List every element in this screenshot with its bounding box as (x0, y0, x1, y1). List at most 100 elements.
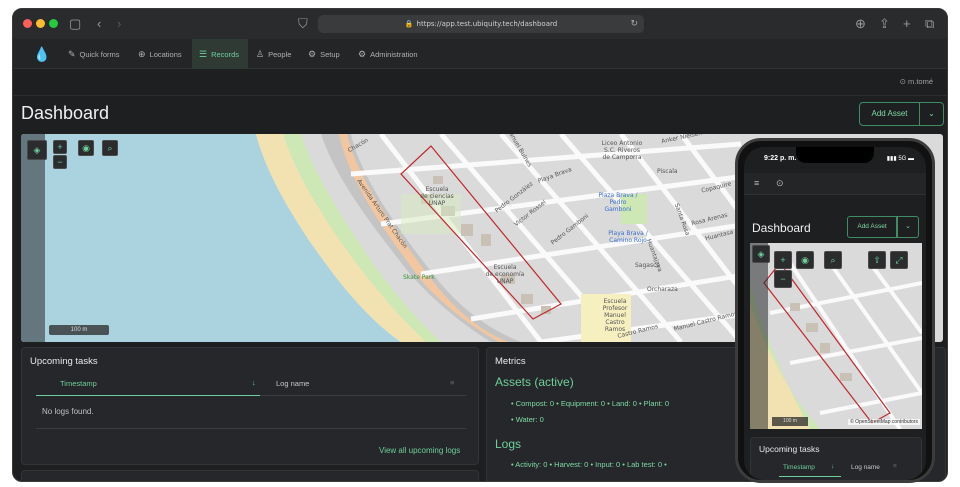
phone-page-title: Dashboard (752, 221, 811, 235)
phone-col-timestamp[interactable]: Timestamp (783, 464, 815, 471)
maximize-window-button[interactable] (49, 19, 58, 28)
nav-quick-forms[interactable]: ✎ Quick forms (61, 39, 127, 69)
user-bar: ⊙ m.tomé (13, 70, 947, 96)
phone-map[interactable]: ◈ + − ◉ ⌕ ⇧ ⤢ 100 m © OpenStreetMap cont… (750, 243, 922, 429)
edit-icon: ✎ (68, 49, 76, 59)
upcoming-tasks-panel: Upcoming tasks Timestamp ↓ Log name ≡ No… (21, 347, 479, 465)
nav-setup[interactable]: ⚙ Setup (301, 39, 347, 69)
map-label: Playa Brava / Camino Rojo (608, 230, 648, 244)
phone-status-icons: ▮▮▮ 5G ▬ (886, 156, 914, 162)
shield-icon[interactable]: ⛉ (298, 15, 308, 33)
phone-nav: ≡ ⊙ (744, 173, 926, 195)
main-nav: 💧 ✎ Quick forms ⊕ Locations ☰ Records ♙ Peop… (13, 39, 947, 69)
phone-geolocate-icon[interactable]: ◉ (796, 251, 814, 269)
share-icon[interactable]: ⇪ (879, 15, 890, 33)
sort-down-icon[interactable]: ↓ (831, 463, 834, 470)
browser-toolbar: ▢ ‹ › ⛉ 🔒 https://app.test.ubiquity.tech/… (13, 9, 947, 39)
col-log-name[interactable]: Log name (276, 379, 309, 388)
sidebar-icon[interactable]: ▢ (69, 15, 81, 33)
url-text: https://app.test.ubiquity.tech/dashboard (416, 20, 558, 28)
user-menu[interactable]: ⊙ m.tomé (900, 77, 933, 86)
menu-icon[interactable]: ≡ (754, 178, 759, 188)
new-tab-icon[interactable]: + (903, 15, 911, 33)
reload-icon[interactable]: ↻ (630, 15, 638, 33)
nav-label: Quick forms (79, 50, 120, 59)
gear-icon: ⚙ (358, 49, 367, 59)
user-icon[interactable]: ⊙ (776, 178, 784, 189)
close-window-button[interactable] (23, 19, 32, 28)
nav-label: Records (211, 50, 240, 59)
forward-icon[interactable]: › (117, 15, 121, 33)
phone-add-asset-button[interactable]: Add Asset (847, 216, 897, 238)
zoom-out-button[interactable]: − (53, 155, 67, 169)
map-label: Plaza Brava / Pedro Gamboni (598, 192, 638, 213)
next-panel (21, 470, 479, 481)
asset-counts-2[interactable]: • Water: 0 (511, 415, 544, 424)
map-label: Piscala (657, 168, 678, 175)
globe-icon: ⊕ (138, 49, 146, 59)
active-column-underline (36, 395, 260, 396)
assets-heading[interactable]: Assets (active) (495, 375, 574, 389)
filter-icon[interactable]: ≡ (450, 378, 454, 387)
phone-time: 9:22 p. m. (764, 155, 797, 162)
phone-screen: 9:22 p. m. ▮▮▮ 5G ▬ ≡ ⊙ Dashboard Add As… (744, 147, 926, 480)
person-icon: ♙ (256, 49, 265, 59)
phone-home-icon[interactable]: ⇧ (868, 251, 886, 269)
nav-locations[interactable]: ⊕ Locations (131, 39, 189, 69)
add-asset-dropdown-toggle[interactable]: ⌄ (919, 102, 944, 126)
filter-icon[interactable]: ≡ (893, 463, 897, 470)
minimize-window-button[interactable] (36, 19, 45, 28)
nav-records[interactable]: ☰ Records (192, 39, 248, 69)
map-label: Escuela de ciencias UNAP (420, 186, 454, 207)
divider (36, 428, 466, 429)
map-label: Skate Park (403, 274, 435, 281)
map-attribution[interactable]: © OpenStreetMap contributors (848, 419, 920, 425)
tabs-icon[interactable]: ⧉ (925, 15, 934, 33)
phone-upcoming-title: Upcoming tasks (759, 444, 820, 454)
nav-label: People (268, 50, 292, 59)
app-logo-icon[interactable]: 💧 (33, 46, 50, 62)
column-divider (260, 395, 466, 396)
log-counts[interactable]: • Activity: 0 • Harvest: 0 • Input: 0 • … (511, 460, 667, 469)
phone-search-icon[interactable]: ⌕ (824, 251, 842, 269)
list-icon: ☰ (199, 49, 208, 59)
nav-people[interactable]: ♙ People (249, 39, 298, 69)
sort-down-icon[interactable]: ↓ (252, 378, 256, 387)
phone-preview: 9:22 p. m. ▮▮▮ 5G ▬ ≡ ⊙ Dashboard Add As… (735, 138, 935, 483)
gear-icon: ⚙ (308, 49, 317, 59)
phone-col-log-name[interactable]: Log name (851, 464, 880, 471)
active-column-underline (779, 476, 841, 477)
phone-zoom-in-button[interactable]: + (774, 251, 792, 269)
geolocate-icon[interactable]: ◉ (78, 140, 94, 156)
address-bar[interactable]: 🔒 https://app.test.ubiquity.tech/dashboar… (318, 15, 644, 33)
map-label: Escuela de economía UNAP (485, 264, 525, 285)
nav-label: Setup (320, 50, 340, 59)
view-all-upcoming-link[interactable]: View all upcoming logs (379, 446, 460, 455)
col-timestamp[interactable]: Timestamp (60, 379, 97, 388)
nav-administration[interactable]: ⚙ Administration (351, 39, 425, 69)
phone-map-scale: 100 m (772, 417, 808, 426)
page-title: Dashboard (21, 103, 110, 123)
zoom-in-button[interactable]: + (53, 140, 67, 154)
map-label: Orcharaza (647, 286, 678, 293)
search-icon[interactable]: ⌕ (102, 140, 118, 156)
phone-notch (796, 147, 874, 163)
upcoming-tasks-title: Upcoming tasks (30, 356, 98, 367)
nav-label: Locations (149, 50, 182, 59)
add-asset-button[interactable]: Add Asset (859, 102, 920, 126)
logs-heading[interactable]: Logs (495, 437, 521, 451)
lock-icon: 🔒 (404, 20, 414, 28)
metrics-title: Metrics (495, 356, 526, 367)
nav-label: Administration (370, 50, 418, 59)
asset-counts[interactable]: • Compost: 0 • Equipment: 0 • Land: 0 • … (511, 399, 669, 408)
empty-state: No logs found. (42, 407, 94, 416)
map-label: Liceo Antonio S.C. Riveros de Camporra (601, 140, 643, 161)
download-icon[interactable]: ⊕ (855, 15, 866, 33)
map-scale: 100 m (49, 325, 109, 335)
back-icon[interactable]: ‹ (97, 15, 101, 33)
phone-add-asset-toggle[interactable]: ⌄ (897, 216, 919, 238)
layers-icon[interactable]: ◈ (27, 140, 47, 160)
phone-fullscreen-icon[interactable]: ⤢ (890, 251, 908, 269)
phone-layers-icon[interactable]: ◈ (752, 245, 770, 263)
phone-zoom-out-button[interactable]: − (774, 270, 792, 288)
